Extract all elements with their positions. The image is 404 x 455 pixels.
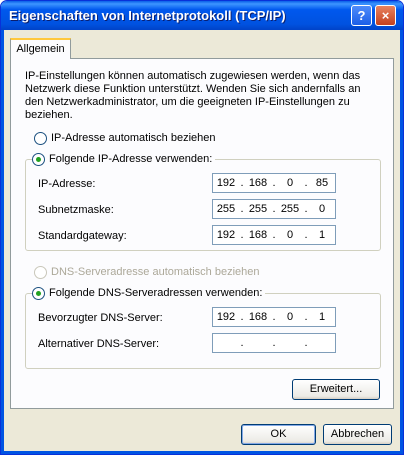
close-button[interactable]: × xyxy=(375,5,396,26)
pdns-octet-2[interactable]: 168 xyxy=(246,311,270,323)
dns-manual-label: Folgende DNS-Serveradressen verwenden: xyxy=(49,287,263,299)
ip-address-label: IP-Adresse: xyxy=(38,178,96,190)
ip-octet-2[interactable]: 168 xyxy=(246,177,270,189)
window-title: Eigenschaften von Internetprotokoll (TCP… xyxy=(9,8,286,23)
pdns-octet-4[interactable]: 1 xyxy=(310,311,334,323)
dns-server-group xyxy=(25,293,381,369)
tab-allgemein[interactable]: Allgemein xyxy=(10,38,71,59)
ip-octet-1[interactable]: 192 xyxy=(214,177,238,189)
help-button[interactable]: ? xyxy=(351,5,372,26)
mask-octet-1[interactable]: 255 xyxy=(214,203,238,215)
dns-auto-option[interactable]: DNS-Serveradresse automatisch beziehen xyxy=(34,265,260,279)
ip-auto-label: IP-Adresse automatisch beziehen xyxy=(51,132,216,144)
gateway-octet-1[interactable]: 192 xyxy=(214,229,238,241)
ip-manual-label: Folgende IP-Adresse verwenden: xyxy=(49,153,213,165)
mask-octet-3[interactable]: 255 xyxy=(278,203,302,215)
description-text: IP-Einstellungen können automatisch zuge… xyxy=(25,70,361,121)
advanced-button[interactable]: Erweitert... xyxy=(292,379,380,400)
dns-auto-label: DNS-Serveradresse automatisch beziehen xyxy=(51,266,260,278)
window-frame-bottom xyxy=(1,451,403,454)
ip-manual-option[interactable]: Folgende IP-Adresse verwenden: xyxy=(32,152,216,166)
window-frame-right xyxy=(400,30,403,454)
title-bar[interactable]: Eigenschaften von Internetprotokoll (TCP… xyxy=(1,1,403,30)
alternate-dns-label: Alternativer DNS-Server: xyxy=(38,338,160,350)
pdns-octet-1[interactable]: 192 xyxy=(214,311,238,323)
dns-auto-radio[interactable] xyxy=(34,265,47,279)
ip-octet-3[interactable]: 0 xyxy=(278,177,302,189)
gateway-octet-2[interactable]: 168 xyxy=(246,229,270,241)
dns-manual-radio[interactable] xyxy=(32,286,45,300)
ip-auto-option[interactable]: IP-Adresse automatisch beziehen xyxy=(34,131,215,145)
tcpip-properties-dialog: Eigenschaften von Internetprotokoll (TCP… xyxy=(0,0,404,455)
gateway-field[interactable]: 192. 168. 0. 1 xyxy=(212,225,336,245)
alternate-dns-field[interactable]: . . . xyxy=(212,333,336,353)
preferred-dns-label: Bevorzugter DNS-Server: xyxy=(38,312,163,324)
dns-manual-option[interactable]: Folgende DNS-Serveradressen verwenden: xyxy=(32,286,266,300)
pdns-octet-3[interactable]: 0 xyxy=(278,311,302,323)
cancel-button[interactable]: Abbrechen xyxy=(323,424,392,445)
ip-manual-radio[interactable] xyxy=(32,152,45,166)
mask-octet-2[interactable]: 255 xyxy=(246,203,270,215)
gateway-octet-4[interactable]: 1 xyxy=(310,229,334,241)
gateway-label: Standardgateway: xyxy=(38,230,127,242)
mask-octet-4[interactable]: 0 xyxy=(310,203,334,215)
ip-address-field[interactable]: 192. 168. 0. 85 xyxy=(212,173,336,193)
ip-auto-radio[interactable] xyxy=(34,131,47,145)
ip-octet-4[interactable]: 85 xyxy=(310,177,334,189)
gateway-octet-3[interactable]: 0 xyxy=(278,229,302,241)
window-frame-left xyxy=(1,30,4,454)
subnet-mask-label: Subnetzmaske: xyxy=(38,204,114,216)
preferred-dns-field[interactable]: 192. 168. 0. 1 xyxy=(212,307,336,327)
ok-button[interactable]: OK xyxy=(241,424,316,445)
subnet-mask-field[interactable]: 255. 255. 255. 0 xyxy=(212,199,336,219)
